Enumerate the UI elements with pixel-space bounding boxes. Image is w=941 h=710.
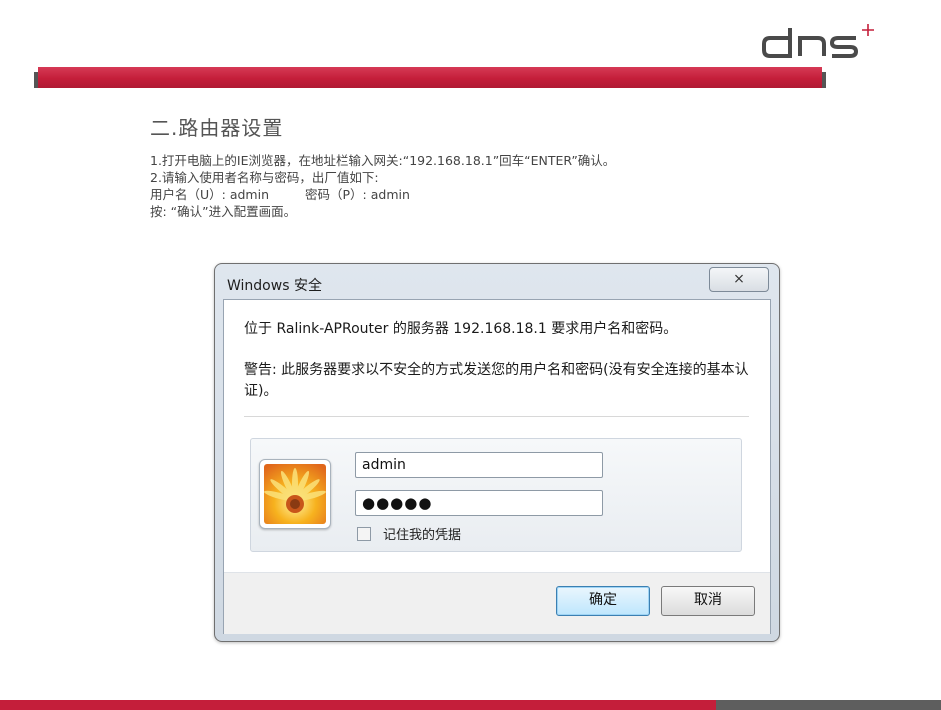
header-bar [34,67,826,88]
remember-label: 记住我的凭据 [383,528,462,543]
ok-button[interactable]: 确定 [556,586,650,616]
separator [244,416,749,417]
password-field[interactable]: ●●●●● [355,490,603,516]
bottom-bar-grey [716,700,941,710]
remember-checkbox[interactable] [357,527,371,541]
close-button[interactable]: ⨯ [709,267,769,292]
dns-logo [762,24,874,58]
server-message: 位于 Ralink-APRouter 的服务器 192.168.18.1 要求用… [244,321,678,337]
bottom-bar-red [0,700,716,710]
instruction-line-2: 2.请输入使用者名称与密码，出厂值如下: [150,170,379,185]
flower-avatar-icon [264,464,326,524]
instruction-line-4: 按: “确认”进入配置画面。 [150,204,297,219]
windows-security-dialog: Windows 安全 ⨯ 位于 Ralink-APRouter 的服务器 192… [214,263,780,642]
header-bar-red [38,67,822,88]
section-title: 二.路由器设置 [150,116,284,140]
dialog-client-area: 位于 Ralink-APRouter 的服务器 192.168.18.1 要求用… [223,299,771,634]
user-avatar [259,459,331,529]
instruction-line-1: 1.打开电脑上的IE浏览器，在地址栏输入网关:“192.168.18.1”回车“… [150,153,616,168]
username-field[interactable]: admin [355,452,603,478]
instructions: 1.打开电脑上的IE浏览器，在地址栏输入网关:“192.168.18.1”回车“… [150,152,615,220]
remember-credentials[interactable]: 记住我的凭据 [357,524,461,543]
dialog-title: Windows 安全 [227,278,322,294]
security-warning: 警告: 此服务器要求以不安全的方式发送您的用户名和密码(没有安全连接的基本认证)… [244,362,749,399]
default-username-text: 用户名（U）: admin [150,187,270,202]
instruction-line-3: 用户名（U）: admin 密码（P）: admin [150,186,615,203]
header-bar-right-cap [822,72,826,88]
dialog-footer: 确定 取消 [224,572,770,634]
credential-panel: admin ●●●●● 记住我的凭据 [250,438,742,552]
close-icon: ⨯ [733,271,745,287]
cancel-button[interactable]: 取消 [661,586,755,616]
default-password-text: 密码（P）: admin [305,187,410,202]
bottom-bar [0,700,941,710]
